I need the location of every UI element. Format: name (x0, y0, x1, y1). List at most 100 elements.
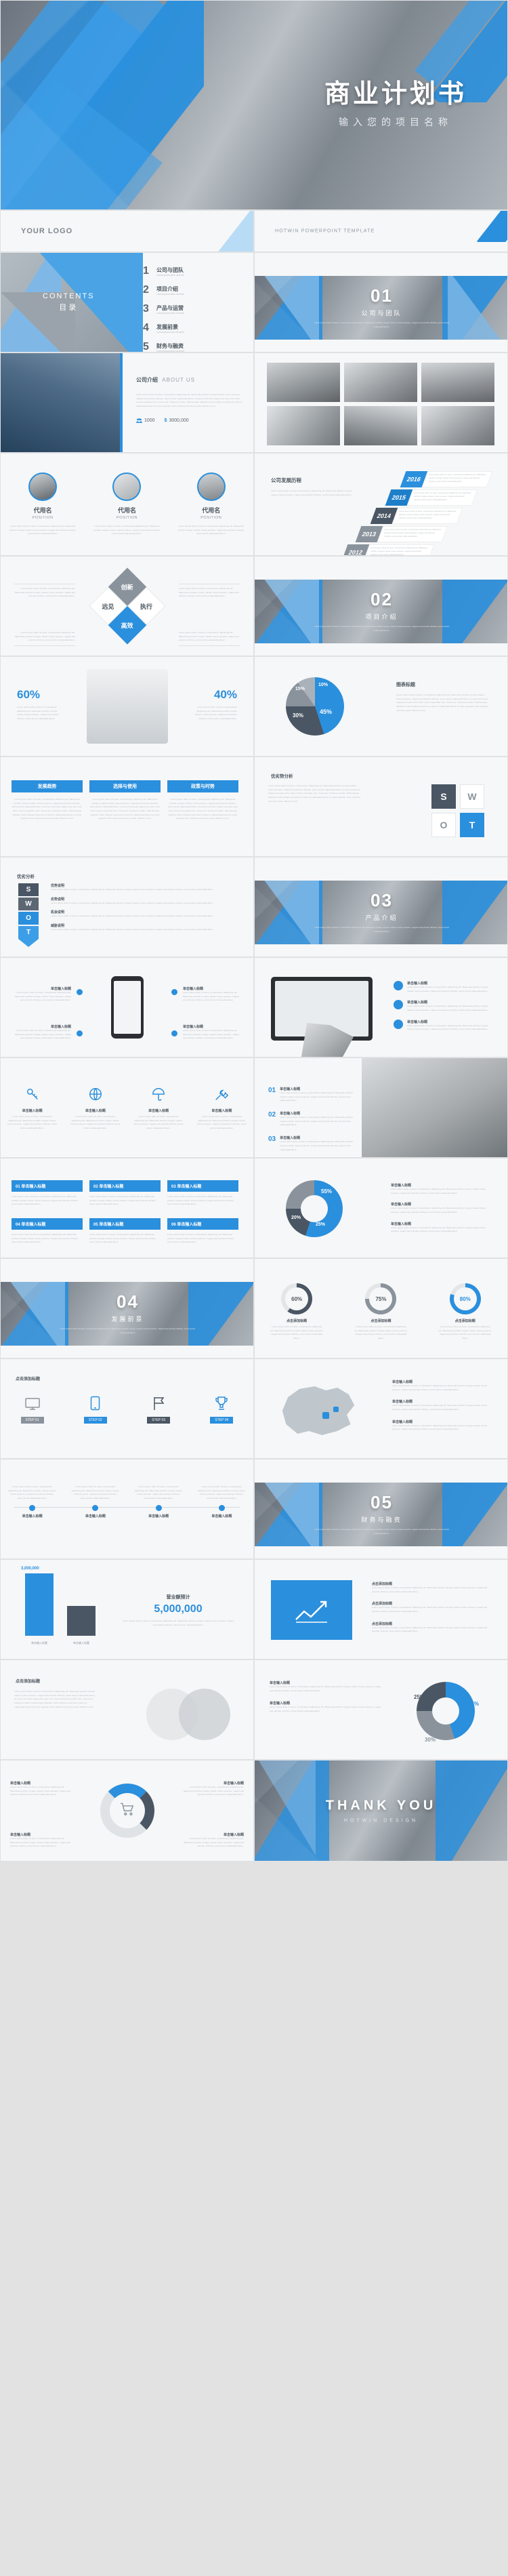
device-step[interactable]: STEP 03 (147, 1396, 171, 1424)
list-item[interactable]: 1 公司与团队 Lorem ipsum dolor sit amet (143, 265, 245, 277)
swot-letter-o[interactable]: O (18, 912, 39, 925)
slide-core-values[interactable]: 创新 执行 远见 高效 Lorem ipsum dolor sit amet, … (0, 556, 254, 656)
team-member[interactable]: 代用名 POSITION Lorem ipsum dolor sit amet,… (93, 472, 161, 536)
cycle-item[interactable]: 单击输入标题 Lorem ipsum dolor sit amet, consec… (10, 1832, 72, 1849)
history-item[interactable]: 2015 Lorem ipsum dolor sit amet, consect… (385, 489, 501, 506)
phone-feature[interactable]: 单击输入标题 Lorem ipsum dolor sit amet, conse… (13, 986, 71, 1003)
swot-letter-w[interactable]: W (18, 898, 39, 910)
info-card[interactable]: 选择与使用 Lorem ipsum dolor sit amet, consec… (89, 780, 161, 821)
team-member[interactable]: 代用名 POSITION Lorem ipsum dolor sit amet,… (177, 472, 245, 536)
icon-feature[interactable]: 单击输入标题 Lorem ipsum dolor sit amet, conse… (196, 1087, 247, 1131)
swot-row[interactable]: 优势说明 Lorem ipsum dolor sit amet, consecte… (51, 883, 234, 892)
progress-ring[interactable]: 60% 点击添加标题 Lorem ipsum dolor sit amet, c… (270, 1283, 324, 1341)
slide-progress-rings[interactable]: 60% 点击添加标题 Lorem ipsum dolor sit amet, c… (254, 1258, 508, 1359)
map-item[interactable]: 单击输入标题 Lorem ipsum dolor sit amet, consec… (392, 1420, 494, 1432)
swot-row[interactable]: 劣势说明 Lorem ipsum dolor sit amet, consecte… (51, 897, 234, 906)
info-card[interactable]: 发展趋势 Lorem ipsum dolor sit amet, consect… (12, 780, 83, 821)
timeline-step[interactable]: Lorem ipsum dolor sit amet, consectetuer… (134, 1485, 183, 1518)
slide-section-01[interactable]: 01 公司与团队 Lorem ipsum dolor sit amet, con… (254, 252, 508, 353)
slide-laptop[interactable]: 01 单击输入标题 Lorem ipsum dolor sit amet, con… (254, 1058, 508, 1158)
slide-finance-bars[interactable]: 3,000,000 单击输入标题 单击输入标题 营业额预计 5,000,000 … (0, 1559, 254, 1659)
list-item[interactable]: 3 产品与运营 Lorem ipsum dolor sit amet (143, 303, 245, 315)
tablet-feature[interactable]: 单击输入标题 Lorem ipsum dolor sit amet, consec… (394, 1019, 495, 1032)
slide-tablet-features[interactable]: 单击输入标题 Lorem ipsum dolor sit amet, consec… (254, 957, 508, 1058)
slide-about-us[interactable]: 公司介绍 ABOUT US Lorem ipsum dolor sit amet… (0, 353, 254, 453)
slide-icon-features[interactable]: 单击输入标题 Lorem ipsum dolor sit amet, conse… (0, 1058, 254, 1158)
swot-letter-t[interactable]: T (18, 926, 39, 939)
slide-map[interactable]: 单击输入标题 Lorem ipsum dolor sit amet, consec… (254, 1359, 508, 1459)
slide-section-03[interactable]: 03 产品介绍 Lorem ipsum dolor sit amet, cons… (254, 857, 508, 957)
map-item[interactable]: 单击输入标题 Lorem ipsum dolor sit amet, consec… (392, 1380, 494, 1392)
slide-section-04[interactable]: 04 发展前景 Lorem ipsum dolor sit amet, cons… (0, 1258, 254, 1359)
swot-row[interactable]: 机会说明 Lorem ipsum dolor sit amet, consecte… (51, 910, 234, 919)
swot-letter-s[interactable]: S (18, 883, 39, 896)
legend-item[interactable]: 单击输入标题 Lorem ipsum dolor sit amet, consec… (391, 1202, 492, 1214)
swot-cell-w[interactable]: W (460, 784, 484, 809)
slide-company-history[interactable]: 公司发展历程 Lorem ipsum dolor sit amet, conse… (254, 453, 508, 556)
progress-ring[interactable]: 75% 点击添加标题 Lorem ipsum dolor sit amet, c… (354, 1283, 408, 1341)
slide-growth[interactable]: 点击添加标题 Lorem ipsum dolor sit amet, consec… (254, 1559, 508, 1659)
slide-donut2[interactable]: 单击输入标题 Lorem ipsum dolor sit amet, consec… (254, 1659, 508, 1760)
list-item[interactable]: 2 项目介绍 Lorem ipsum dolor sit amet (143, 284, 245, 296)
icon-feature[interactable]: 单击输入标题 Lorem ipsum dolor sit amet, conse… (133, 1087, 184, 1131)
slide-cover[interactable]: 商业计划书 输入您的项目名称 (0, 0, 508, 210)
icon-feature[interactable]: 单击输入标题 Lorem ipsum dolor sit amet, conse… (70, 1087, 121, 1131)
slide-phone-features[interactable]: 单击输入标题 Lorem ipsum dolor sit amet, conse… (0, 957, 254, 1058)
history-item[interactable]: 2014 Lorem ipsum dolor sit amet, consect… (370, 508, 501, 524)
timeline-step[interactable]: Lorem ipsum dolor sit amet, consectetuer… (197, 1485, 246, 1518)
slide-venn[interactable]: 点击添加标题 Lorem ipsum dolor sit amet, conse… (0, 1659, 254, 1760)
phone-feature[interactable]: 单击输入标题 Lorem ipsum dolor sit amet, conse… (13, 1024, 71, 1041)
slide-swot-grid[interactable]: 优劣势分析 Lorem ipsum dolor sit amet, consec… (254, 757, 508, 857)
slide-contents[interactable]: CONTENTS 目录 1 公司与团队 Lorem ipsum dolor si… (0, 252, 254, 353)
progress-ring[interactable]: 80% 点击添加标题 Lorem ipsum dolor sit amet, c… (438, 1283, 492, 1341)
history-item[interactable]: 2013 Lorem ipsum dolor sit amet, consect… (355, 526, 501, 542)
team-member[interactable]: 代用名 POSITION Lorem ipsum dolor sit amet,… (9, 472, 77, 536)
history-item[interactable]: 2012 Lorem ipsum dolor sit amet, consect… (341, 544, 501, 555)
slide-swot-arrow[interactable]: 优劣分析 S W O T 优势说明 Lorem ipsum dolor sit a… (0, 857, 254, 957)
timeline-step[interactable]: Lorem ipsum dolor sit amet, consectetuer… (71, 1485, 120, 1518)
laptop-item[interactable]: 03 单击输入标题 Lorem ipsum dolor sit amet, con… (268, 1135, 356, 1152)
swot-cell-s[interactable]: S (431, 784, 456, 809)
cycle-item[interactable]: 单击输入标题 Lorem ipsum dolor sit amet, consec… (182, 1781, 244, 1797)
numbered-box[interactable]: 03 单击输入标题 Lorem ipsum dolor sit amet, con… (167, 1180, 238, 1207)
device-step[interactable]: STEP 02 (83, 1396, 107, 1424)
numbered-box[interactable]: 05 单击输入标题 Lorem ipsum dolor sit amet, con… (89, 1218, 161, 1245)
growth-item[interactable]: 点击添加标题 Lorem ipsum dolor sit amet, consec… (372, 1622, 494, 1634)
slide-numbered-boxes[interactable]: 01 单击输入标题 Lorem ipsum dolor sit amet, con… (0, 1158, 254, 1258)
cycle-item[interactable]: 单击输入标题 Lorem ipsum dolor sit amet, consec… (10, 1781, 72, 1797)
tablet-feature[interactable]: 单击输入标题 Lorem ipsum dolor sit amet, consec… (394, 1000, 495, 1012)
map-item[interactable]: 单击输入标题 Lorem ipsum dolor sit amet, consec… (392, 1399, 494, 1411)
list-item[interactable]: 5 财务与融资 Lorem ipsum dolor sit amet (143, 341, 245, 352)
slide-ratio[interactable]: 60% Lorem ipsum dolor sit amet, consecte… (0, 656, 254, 757)
history-item[interactable]: 2016 Lorem ipsum dolor sit amet, consect… (400, 471, 501, 487)
slide-template-name[interactable]: HOTWIN POWERPOINT TEMPLATE (254, 210, 508, 252)
swot-cell-o[interactable]: O (431, 813, 456, 837)
slide-device-steps[interactable]: 点击添加标题 STEP 01 STEP 02 STEP 03 STEP 04 (0, 1359, 254, 1459)
numbered-box[interactable]: 02 单击输入标题 Lorem ipsum dolor sit amet, con… (89, 1180, 161, 1207)
slide-three-cards[interactable]: 发展趋势 Lorem ipsum dolor sit amet, consect… (0, 757, 254, 857)
slide-cycle[interactable]: 单击输入标题 Lorem ipsum dolor sit amet, consec… (0, 1760, 254, 1861)
phone-feature[interactable]: 单击输入标题 Lorem ipsum dolor sit amet, conse… (183, 1024, 241, 1041)
tablet-feature[interactable]: 单击输入标题 Lorem ipsum dolor sit amet, consec… (394, 981, 495, 993)
slide-section-02[interactable]: 02 项目介绍 Lorem ipsum dolor sit amet, cons… (254, 556, 508, 656)
cycle-item[interactable]: 单击输入标题 Lorem ipsum dolor sit amet, consec… (182, 1832, 244, 1849)
legend-item[interactable]: 单击输入标题 Lorem ipsum dolor sit amet, consec… (391, 1183, 492, 1195)
slide-timeline-steps[interactable]: Lorem ipsum dolor sit amet, consectetuer… (0, 1459, 254, 1559)
laptop-item[interactable]: 01 单击输入标题 Lorem ipsum dolor sit amet, con… (268, 1087, 356, 1103)
legend-item[interactable]: 单击输入标题 Lorem ipsum dolor sit amet, consec… (391, 1222, 492, 1234)
donut2-item[interactable]: 单击输入标题 Lorem ipsum dolor sit amet, consec… (270, 1701, 385, 1713)
icon-feature[interactable]: 单击输入标题 Lorem ipsum dolor sit amet, conse… (7, 1087, 58, 1131)
slide-section-05[interactable]: 05 财务与融资 Lorem ipsum dolor sit amet, con… (254, 1459, 508, 1559)
numbered-box[interactable]: 06 单击输入标题 Lorem ipsum dolor sit amet, con… (167, 1218, 238, 1245)
list-item[interactable]: 4 发展前景 Lorem ipsum dolor sit amet (143, 322, 245, 334)
slide-your-logo[interactable]: YOUR LOGO (0, 210, 254, 252)
swot-row[interactable]: 威胁说明 Lorem ipsum dolor sit amet, consecte… (51, 923, 234, 932)
swot-cell-t[interactable]: T (460, 813, 484, 837)
laptop-item[interactable]: 02 单击输入标题 Lorem ipsum dolor sit amet, con… (268, 1111, 356, 1127)
growth-item[interactable]: 点击添加标题 Lorem ipsum dolor sit amet, consec… (372, 1582, 494, 1594)
growth-item[interactable]: 点击添加标题 Lorem ipsum dolor sit amet, consec… (372, 1601, 494, 1613)
timeline-step[interactable]: Lorem ipsum dolor sit amet, consectetuer… (8, 1485, 57, 1518)
phone-feature[interactable]: 单击输入标题 Lorem ipsum dolor sit amet, conse… (183, 986, 241, 1003)
slide-team-members[interactable]: 代用名 POSITION Lorem ipsum dolor sit amet,… (0, 453, 254, 556)
slide-thank-you[interactable]: THANK YOU HOTWIN DESIGN (254, 1760, 508, 1861)
